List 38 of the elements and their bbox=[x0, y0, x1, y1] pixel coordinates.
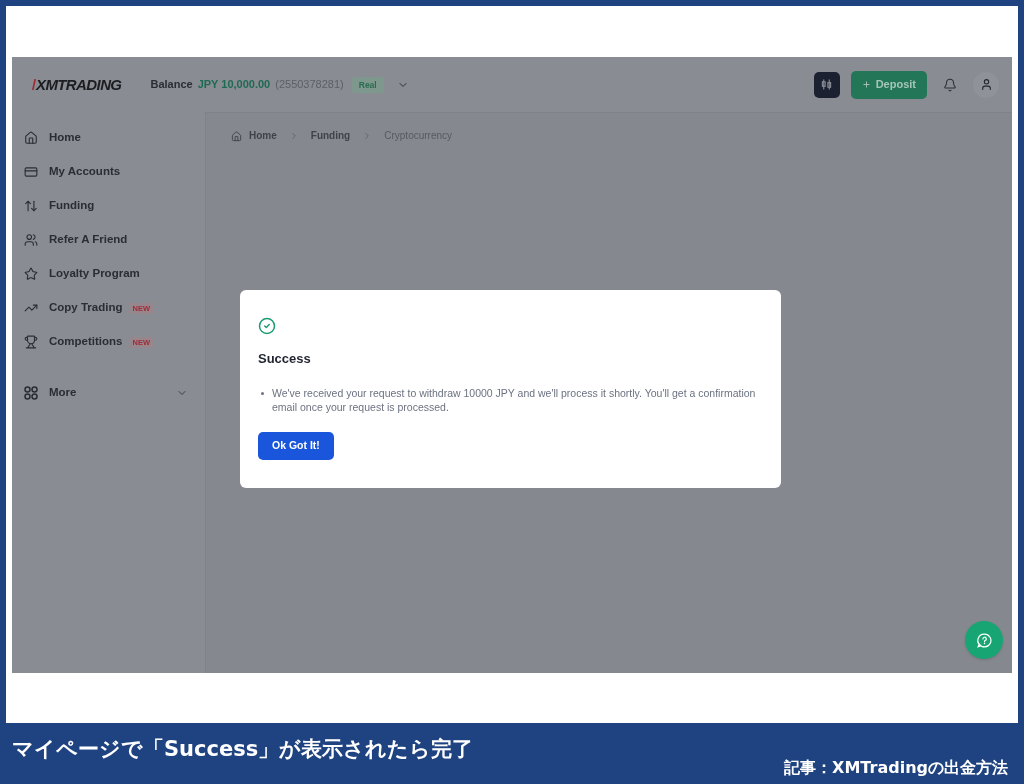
caption-text: マイページで「Success」が表示されたら完了 bbox=[12, 736, 474, 762]
profile-button[interactable] bbox=[973, 71, 999, 98]
chart-button[interactable] bbox=[813, 71, 840, 98]
help-icon bbox=[976, 632, 992, 648]
deposit-button[interactable]: Deposit bbox=[850, 70, 927, 99]
sidebar-item[interactable]: Refer A Friend bbox=[24, 231, 128, 249]
grid-circles-icon bbox=[24, 386, 38, 400]
home-icon bbox=[24, 131, 38, 145]
plus-icon bbox=[861, 80, 871, 89]
check-circle-icon bbox=[258, 317, 276, 335]
bullet-icon bbox=[261, 392, 264, 395]
people-icon bbox=[24, 233, 38, 247]
sidebar-item[interactable]: Loyalty Program bbox=[24, 265, 140, 283]
trophy-icon bbox=[24, 335, 38, 349]
dialog-title: Success bbox=[258, 351, 312, 367]
user-icon bbox=[979, 78, 993, 91]
sidebar-item[interactable]: Funding bbox=[24, 197, 95, 215]
up-down-arrows-icon bbox=[24, 199, 38, 213]
star-icon bbox=[24, 267, 38, 281]
balance-label: Balance bbox=[150, 77, 193, 93]
card-icon bbox=[24, 165, 38, 179]
logo-text: XMTRADING bbox=[36, 75, 122, 94]
balance-amount: JPY 10,000.00 bbox=[197, 77, 271, 93]
more-menu-item[interactable]: More bbox=[24, 376, 188, 410]
bell-icon[interactable] bbox=[943, 77, 957, 92]
breadcrumb-link[interactable]: Funding bbox=[310, 129, 351, 143]
logo-slash-icon bbox=[32, 78, 36, 91]
sidebar-item[interactable]: Copy Trading bbox=[24, 299, 123, 317]
account-type-badge: Real bbox=[351, 76, 384, 93]
source-note: 記事：XMTradingの出金方法 bbox=[784, 758, 1008, 778]
dialog-message: We've received your request to withdraw 10000 JPY and we'll process it shortly. You'll get a confirmation email once your request is processed. bbox=[272, 386, 757, 414]
breadcrumb-link[interactable]: Home bbox=[231, 129, 277, 143]
ok-button[interactable]: Ok Got It! bbox=[258, 432, 334, 460]
sidebar-item[interactable]: Home bbox=[24, 129, 81, 147]
sidebar-item[interactable]: My Accounts bbox=[24, 163, 121, 181]
candlestick-icon bbox=[821, 79, 833, 90]
home-icon bbox=[231, 130, 242, 142]
sidebar-item[interactable]: Competitions bbox=[24, 333, 123, 351]
